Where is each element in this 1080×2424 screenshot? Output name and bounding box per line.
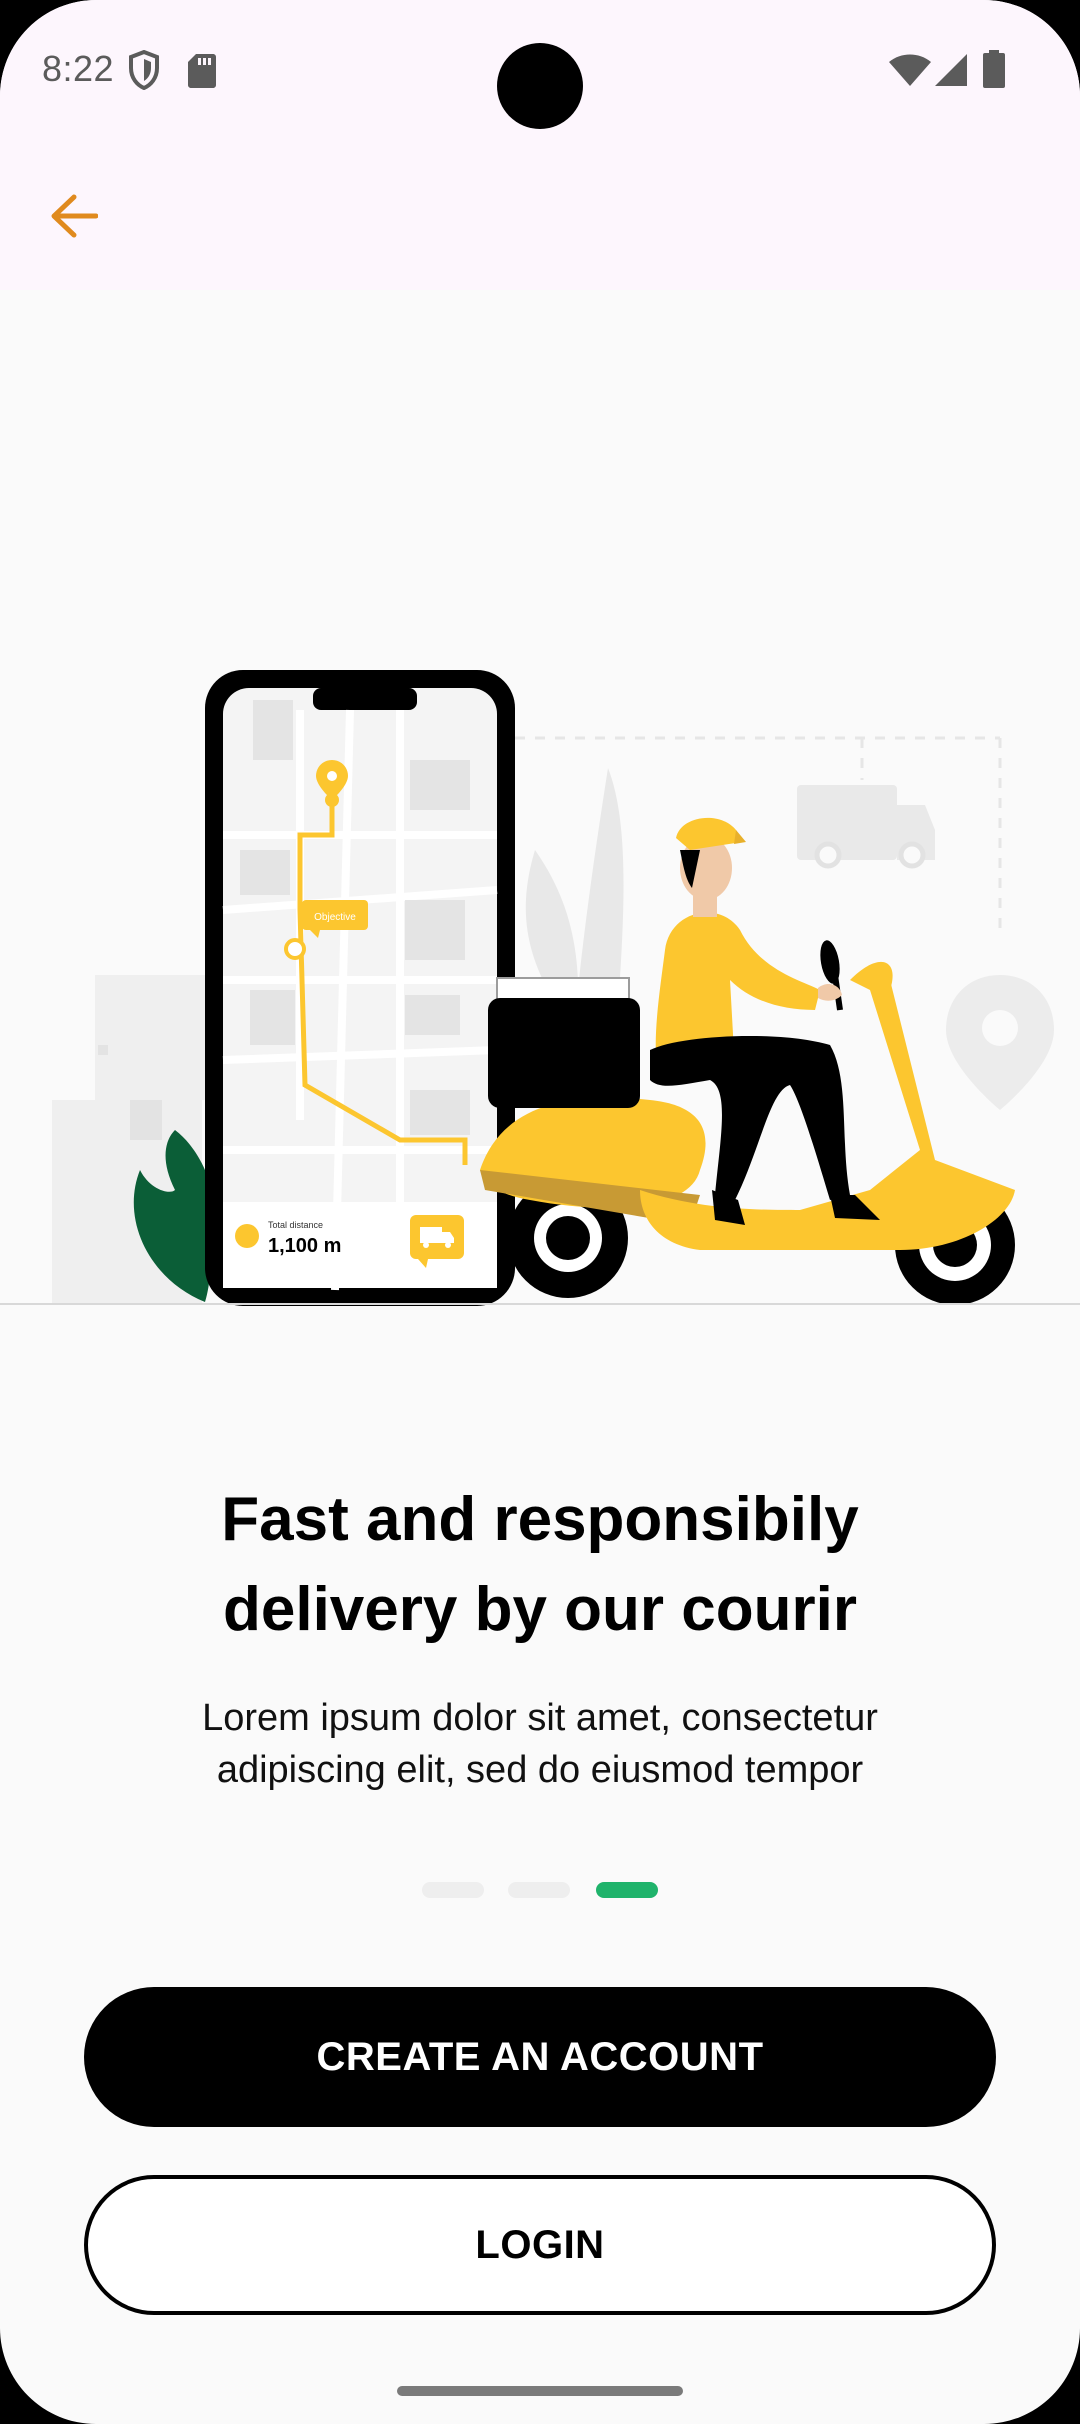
onboarding-screen: 8:22 Objective Total distance 1,100 m Fa…: [0, 0, 1080, 2424]
courier-illustration: Objective Total distance 1,100 m: [0, 670, 1080, 1306]
title-line-2: delivery by our courir: [223, 1575, 857, 1644]
subtitle-line-1: Lorem ipsum dolor sit amet, consectetur: [202, 1697, 878, 1739]
page-dot-1[interactable]: [422, 1882, 484, 1898]
page-indicator: [0, 1882, 1080, 1898]
cell-signal-icon: [935, 54, 967, 86]
distance-label: Total distance: [268, 1220, 323, 1230]
front-camera: [497, 43, 583, 129]
background-truck: [797, 785, 935, 869]
battery-icon: [983, 50, 1005, 88]
status-time: 8:22: [42, 48, 115, 89]
onboarding-subtitle: Lorem ipsum dolor sit amet, consectetur …: [80, 1692, 1000, 1796]
map-objective-label: Objective: [314, 912, 356, 923]
subtitle-line-2: adipiscing elit, sed do eiusmod tempor: [216, 1749, 864, 1791]
wifi-icon: [889, 54, 931, 86]
back-button[interactable]: [36, 178, 112, 254]
title-line-1: Fast and responsibily: [221, 1485, 859, 1554]
distance-value: 1,100 m: [268, 1235, 341, 1257]
create-account-button[interactable]: CREATE AN ACCOUNT: [84, 1987, 996, 2127]
phone-graphic: Objective Total distance 1,100 m: [205, 670, 515, 1306]
page-dot-3-active[interactable]: [596, 1882, 658, 1898]
background-pin: [946, 975, 1054, 1110]
page-dot-2[interactable]: [508, 1882, 570, 1898]
arrow-back-icon: [51, 194, 98, 238]
app-bar: 8:22: [0, 0, 1080, 290]
shield-icon: [129, 50, 159, 90]
sd-card-icon: [188, 54, 216, 88]
onboarding-title: Fast and responsibily delivery by our co…: [80, 1475, 1000, 1655]
login-button[interactable]: LOGIN: [84, 2175, 996, 2315]
home-indicator[interactable]: [397, 2386, 683, 2396]
